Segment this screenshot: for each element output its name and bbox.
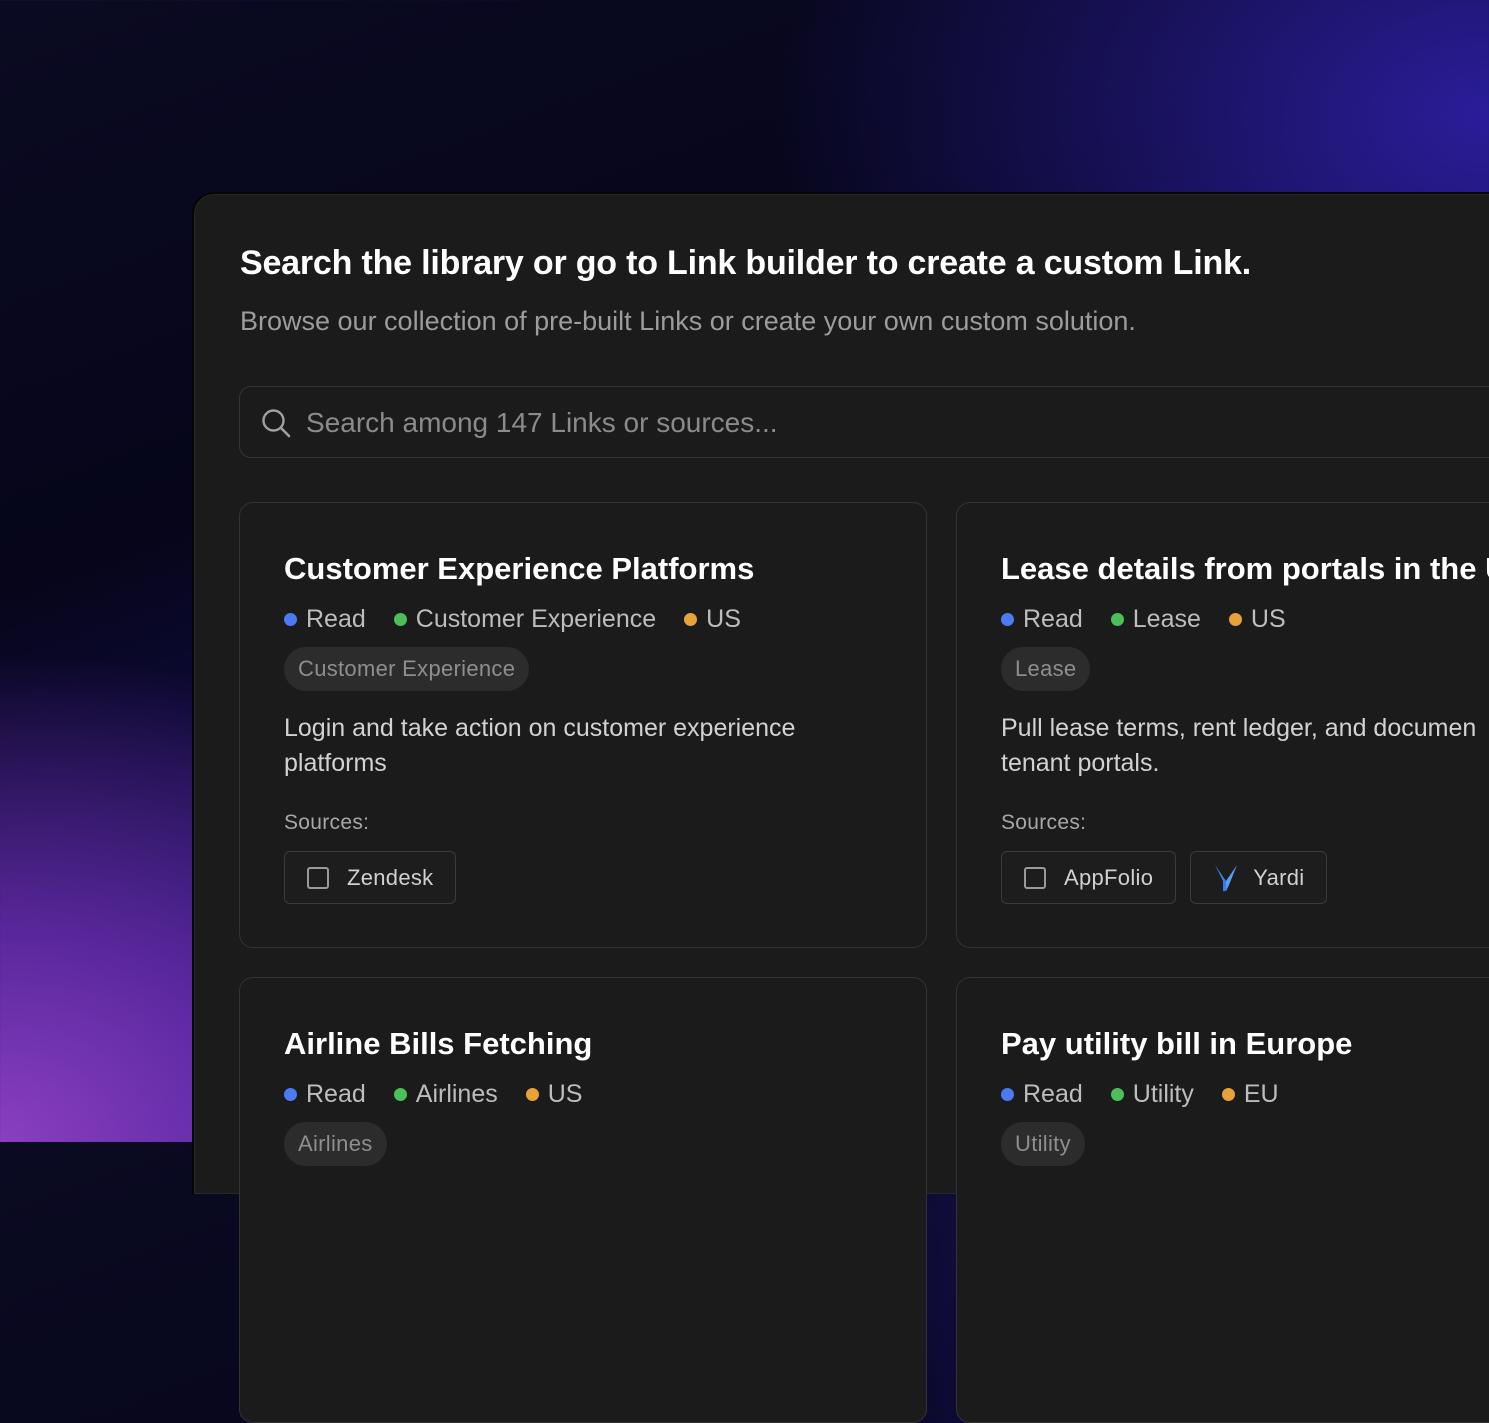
region-label: EU: [1243, 1080, 1279, 1108]
mode-label: Read: [306, 605, 366, 633]
orange-dot-icon: [1228, 613, 1242, 626]
blue-dot-icon: [1001, 613, 1014, 626]
source-name: AppFolio: [1064, 864, 1154, 890]
blue-dot-icon: [1001, 1088, 1014, 1101]
link-library-window: Search the library or go to Link builder…: [192, 192, 1489, 1423]
link-card[interactable]: Airline Bills Fetching Read Airlines US …: [239, 977, 927, 1423]
region-tag: US: [525, 1080, 583, 1109]
green-dot-icon: [393, 1088, 407, 1101]
category-label: Lease: [1132, 605, 1201, 633]
description-line: Pull lease terms, rent ledger, and docum…: [1001, 714, 1477, 742]
description-line: platforms: [284, 749, 387, 777]
category-pill[interactable]: Airlines: [284, 1122, 387, 1166]
source-chip-appfolio[interactable]: AppFolio: [1001, 851, 1177, 904]
source-chip-zendesk[interactable]: Zendesk: [284, 851, 457, 904]
region-tag: US: [684, 605, 741, 634]
sources-list: Zendesk: [284, 851, 457, 904]
category-pill[interactable]: Customer Experience: [284, 647, 530, 691]
region-label: US: [547, 1080, 583, 1108]
search-bar[interactable]: [239, 386, 1489, 459]
region-tag: US: [1228, 605, 1286, 634]
region-label: US: [1250, 605, 1286, 633]
green-dot-icon: [393, 613, 407, 626]
source-name: Yardi: [1253, 864, 1305, 890]
blue-dot-icon: [284, 1088, 297, 1101]
orange-dot-icon: [525, 1088, 539, 1101]
mode-label: Read: [306, 1080, 366, 1108]
mode-tag: Read: [284, 1080, 366, 1109]
category-tag: Lease: [1110, 605, 1201, 634]
sources-list: AppFolio Yardi: [1001, 851, 1328, 904]
mode-tag: Read: [1001, 1080, 1083, 1109]
category-tag: Airlines: [393, 1080, 498, 1109]
category-label: Airlines: [415, 1080, 498, 1108]
category-tag: Customer Experience: [393, 605, 657, 634]
region-label: US: [706, 605, 741, 633]
placeholder-square-icon: [307, 866, 329, 889]
link-card[interactable]: Customer Experience Platforms Read Custo…: [239, 502, 927, 948]
description-line: tenant portals.: [1001, 749, 1160, 777]
mode-label: Read: [1023, 1080, 1083, 1108]
region-tag: EU: [1221, 1080, 1279, 1109]
source-name: Zendesk: [347, 864, 434, 890]
card-tags: Read Lease US: [1001, 605, 1286, 634]
green-dot-icon: [1110, 613, 1124, 626]
card-title: Pay utility bill in Europe: [1001, 1026, 1353, 1061]
card-description: Login and take action on customer experi…: [284, 711, 904, 781]
search-icon: [262, 409, 291, 438]
search-input[interactable]: [304, 387, 1489, 459]
yardi-logo-icon: [1215, 864, 1238, 891]
description-line: Login and take action on customer experi…: [284, 714, 796, 742]
page-title: Search the library or go to Link builder…: [240, 244, 1252, 282]
blue-dot-icon: [284, 613, 297, 626]
link-card[interactable]: Lease details from portals in the U Read…: [956, 502, 1489, 948]
link-card[interactable]: Pay utility bill in Europe Read Utility …: [956, 977, 1489, 1423]
card-description: Pull lease terms, rent ledger, and docum…: [1001, 711, 1489, 781]
card-tags: Read Customer Experience US: [284, 605, 741, 634]
card-tags: Read Airlines US: [284, 1080, 582, 1109]
card-title: Airline Bills Fetching: [284, 1026, 593, 1061]
card-tags: Read Utility EU: [1001, 1080, 1279, 1109]
mode-tag: Read: [1001, 605, 1083, 634]
sources-label: Sources:: [284, 811, 370, 834]
card-title: Customer Experience Platforms: [284, 551, 755, 586]
mode-tag: Read: [284, 605, 366, 634]
page-subtitle: Browse our collection of pre-built Links…: [240, 306, 1136, 336]
orange-dot-icon: [684, 613, 698, 626]
category-tag: Utility: [1110, 1080, 1194, 1109]
category-pill[interactable]: Utility: [1001, 1122, 1085, 1166]
source-chip-yardi[interactable]: Yardi: [1190, 851, 1328, 904]
mode-label: Read: [1023, 605, 1083, 633]
category-label: Utility: [1132, 1080, 1194, 1108]
category-label: Customer Experience: [415, 605, 657, 633]
placeholder-square-icon: [1024, 866, 1046, 889]
category-pill[interactable]: Lease: [1001, 647, 1091, 691]
sources-label: Sources:: [1001, 811, 1087, 834]
orange-dot-icon: [1221, 1088, 1235, 1101]
card-title: Lease details from portals in the U: [1001, 551, 1489, 586]
green-dot-icon: [1110, 1088, 1124, 1101]
